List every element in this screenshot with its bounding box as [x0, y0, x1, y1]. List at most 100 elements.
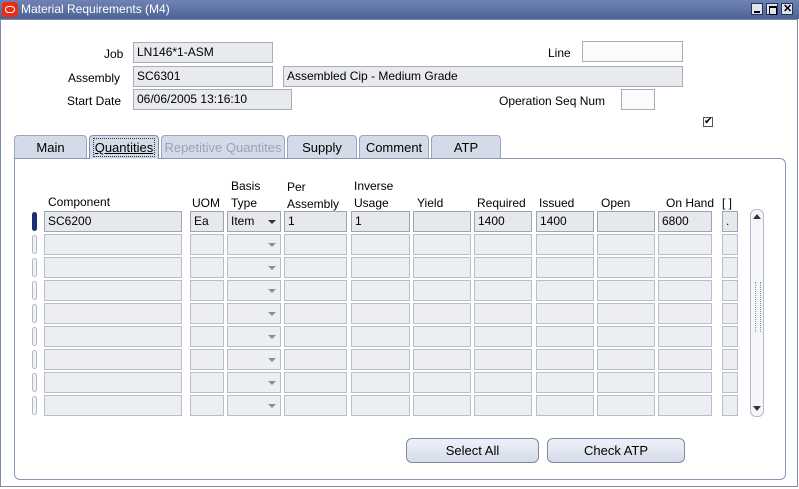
cell-uom[interactable] — [190, 372, 224, 393]
cell-open[interactable] — [597, 349, 655, 370]
cell-basis-type[interactable] — [227, 372, 281, 393]
cell-on-hand[interactable] — [658, 303, 712, 324]
cell-inverse-usage[interactable] — [351, 395, 410, 416]
tab-supply[interactable]: Supply — [287, 135, 357, 158]
cell-per-assembly[interactable] — [284, 326, 347, 347]
cell-inverse-usage[interactable] — [351, 372, 410, 393]
cell-required[interactable] — [474, 349, 532, 370]
cell-required[interactable] — [474, 257, 532, 278]
cell-issued[interactable] — [536, 326, 594, 347]
scroll-down-icon[interactable] — [753, 406, 761, 411]
cell-on-hand[interactable] — [658, 280, 712, 301]
cell-on-hand[interactable] — [658, 372, 712, 393]
cell-issued[interactable] — [536, 303, 594, 324]
cell-yield[interactable] — [413, 280, 471, 301]
cell-basis-type[interactable] — [227, 280, 281, 301]
row-indicator[interactable] — [32, 350, 37, 369]
cell-issued[interactable] — [536, 280, 594, 301]
cell-required[interactable] — [474, 326, 532, 347]
cell-flex[interactable] — [722, 372, 738, 393]
cell-issued[interactable] — [536, 257, 594, 278]
cell-inverse-usage[interactable] — [351, 326, 410, 347]
cell-basis-type[interactable] — [227, 234, 281, 255]
tab-quantities[interactable]: Quantities — [89, 135, 159, 159]
row-indicator[interactable] — [32, 212, 37, 231]
cell-per-assembly[interactable] — [284, 395, 347, 416]
cell-component[interactable]: SC6200 — [44, 211, 182, 232]
cell-issued[interactable] — [536, 395, 594, 416]
cell-yield[interactable] — [413, 257, 471, 278]
cell-issued[interactable] — [536, 349, 594, 370]
minimize-icon[interactable] — [751, 3, 763, 15]
cell-component[interactable] — [44, 326, 182, 347]
maximize-icon[interactable] — [766, 3, 778, 15]
cell-component[interactable] — [44, 234, 182, 255]
cell-yield[interactable] — [413, 326, 471, 347]
cell-on-hand[interactable] — [658, 234, 712, 255]
cell-open[interactable] — [597, 257, 655, 278]
row-indicator[interactable] — [32, 304, 37, 323]
row-indicator[interactable] — [32, 235, 37, 254]
header-checkbox[interactable]: ✔ — [703, 117, 713, 127]
cell-per-assembly[interactable] — [284, 257, 347, 278]
cell-flex[interactable] — [722, 395, 738, 416]
cell-required[interactable] — [474, 372, 532, 393]
row-indicator[interactable] — [32, 396, 37, 415]
cell-open[interactable] — [597, 303, 655, 324]
cell-uom[interactable] — [190, 257, 224, 278]
cell-required[interactable]: 1400 — [474, 211, 532, 232]
cell-uom[interactable] — [190, 234, 224, 255]
close-icon[interactable]: ✕ — [781, 3, 793, 15]
cell-yield[interactable] — [413, 372, 471, 393]
cell-component[interactable] — [44, 395, 182, 416]
cell-component[interactable] — [44, 372, 182, 393]
tab-main[interactable]: Main — [14, 135, 87, 158]
row-indicator[interactable] — [32, 373, 37, 392]
cell-inverse-usage[interactable] — [351, 257, 410, 278]
cell-on-hand[interactable]: 6800 — [658, 211, 712, 232]
row-indicator[interactable] — [32, 281, 37, 300]
cell-inverse-usage[interactable] — [351, 234, 410, 255]
cell-open[interactable] — [597, 395, 655, 416]
assembly-field[interactable]: SC6301 — [133, 66, 273, 87]
scroll-up-icon[interactable] — [753, 214, 761, 219]
cell-inverse-usage[interactable] — [351, 349, 410, 370]
cell-component[interactable] — [44, 349, 182, 370]
cell-flex[interactable] — [722, 257, 738, 278]
cell-on-hand[interactable] — [658, 257, 712, 278]
vertical-scrollbar[interactable] — [750, 209, 764, 417]
cell-uom[interactable] — [190, 326, 224, 347]
cell-issued[interactable] — [536, 234, 594, 255]
cell-per-assembly[interactable] — [284, 372, 347, 393]
cell-uom[interactable] — [190, 395, 224, 416]
cell-open[interactable] — [597, 280, 655, 301]
cell-yield[interactable] — [413, 303, 471, 324]
cell-on-hand[interactable] — [658, 349, 712, 370]
row-indicator[interactable] — [32, 258, 37, 277]
assembly-description-field[interactable]: Assembled Cip - Medium Grade — [283, 66, 683, 87]
cell-open[interactable] — [597, 372, 655, 393]
cell-basis-type[interactable] — [227, 395, 281, 416]
cell-basis-type[interactable] — [227, 349, 281, 370]
cell-component[interactable] — [44, 280, 182, 301]
cell-open[interactable] — [597, 326, 655, 347]
cell-per-assembly[interactable]: 1 — [284, 211, 347, 232]
cell-inverse-usage[interactable] — [351, 280, 410, 301]
cell-inverse-usage[interactable] — [351, 303, 410, 324]
scroll-thumb-grip-icon[interactable] — [755, 282, 761, 332]
cell-issued[interactable] — [536, 372, 594, 393]
cell-uom[interactable] — [190, 280, 224, 301]
cell-uom[interactable] — [190, 349, 224, 370]
tab-comment[interactable]: Comment — [359, 135, 429, 158]
cell-per-assembly[interactable] — [284, 280, 347, 301]
cell-basis-type[interactable] — [227, 303, 281, 324]
cell-basis-type[interactable] — [227, 326, 281, 347]
cell-yield[interactable] — [413, 349, 471, 370]
cell-basis-type[interactable]: Item — [227, 211, 281, 232]
cell-flex[interactable] — [722, 234, 738, 255]
cell-per-assembly[interactable] — [284, 303, 347, 324]
check-atp-button[interactable]: Check ATP — [547, 438, 685, 463]
cell-open[interactable] — [597, 211, 655, 232]
cell-uom[interactable]: Ea — [190, 211, 224, 232]
cell-flex[interactable] — [722, 280, 738, 301]
